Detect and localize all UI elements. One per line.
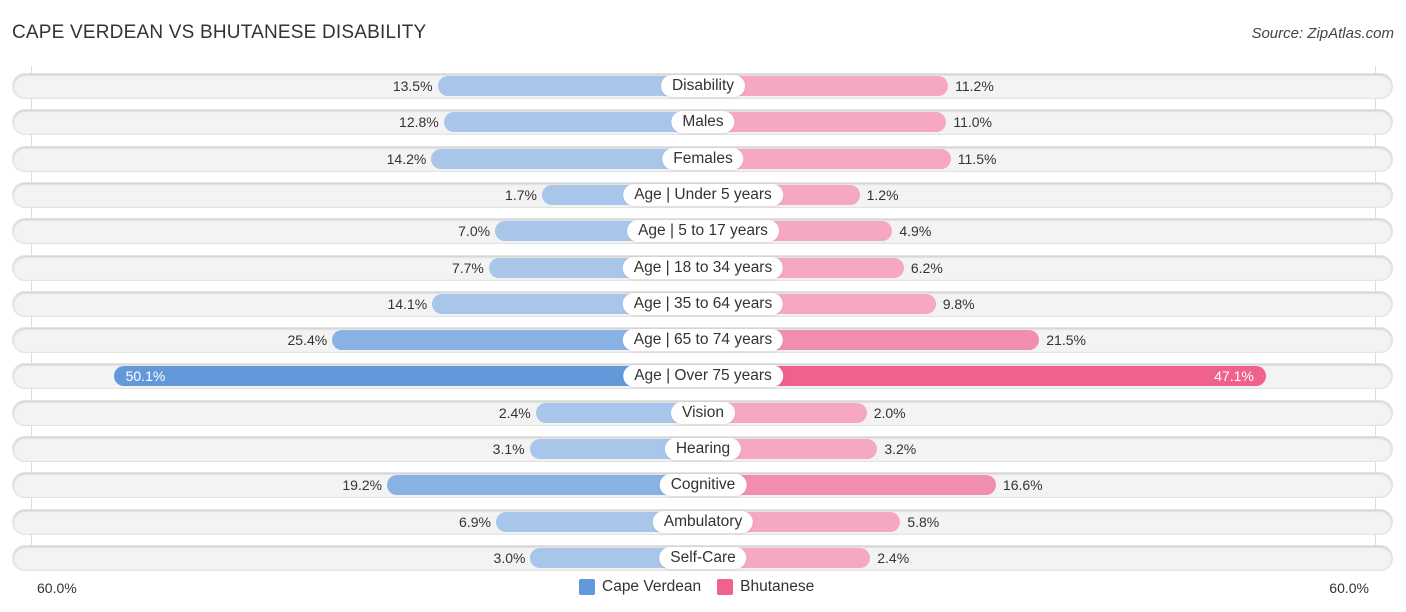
value-label-bhutanese: 2.4% <box>877 549 910 566</box>
bar-bhutanese[interactable] <box>703 366 1266 387</box>
legend-swatch-cape-verdean <box>579 579 595 595</box>
value-label-bhutanese: 47.1% <box>1214 368 1254 385</box>
category-label: Age | Under 5 years <box>623 183 783 206</box>
value-label-bhutanese: 1.2% <box>866 186 899 203</box>
value-label-cape-verdean: 7.0% <box>458 223 491 240</box>
value-label-cape-verdean: 7.7% <box>451 259 484 276</box>
value-label-bhutanese: 5.8% <box>907 513 940 530</box>
value-label-bhutanese: 6.2% <box>910 259 943 276</box>
value-label-bhutanese: 2.0% <box>873 404 906 421</box>
value-label-bhutanese: 21.5% <box>1046 332 1086 349</box>
value-label-bhutanese: 4.9% <box>899 223 932 240</box>
value-label-cape-verdean: 14.1% <box>387 295 428 312</box>
value-label-cape-verdean: 2.4% <box>498 404 531 421</box>
bar-cape-verdean[interactable] <box>443 112 703 133</box>
category-label: Hearing <box>664 438 742 460</box>
chart-area: 13.5% 11.2% Disability 12.8% 11.0% Males 14.2%… <box>0 0 1406 612</box>
value-label-bhutanese: 11.2% <box>955 78 994 94</box>
category-label: Age | 18 to 34 years <box>622 256 784 279</box>
value-label-cape-verdean: 3.1% <box>492 441 525 457</box>
value-label-cape-verdean: 25.4% <box>287 332 328 349</box>
legend-label-cape-verdean: Cape Verdean <box>602 578 702 595</box>
category-label: Cognitive <box>659 474 747 497</box>
legend: Cape Verdean Bhutanese <box>579 578 830 596</box>
category-label: Self-Care <box>659 546 747 569</box>
value-label-cape-verdean: 14.2% <box>386 150 427 167</box>
value-label-cape-verdean: 50.1% <box>125 368 166 385</box>
legend-swatch-bhutanese <box>717 579 734 595</box>
legend-item-cape-verdean[interactable]: Cape Verdean <box>579 578 701 596</box>
category-label: Disability <box>660 75 746 97</box>
bar-bhutanese[interactable] <box>703 475 996 496</box>
category-label: Age | 65 to 74 years <box>622 329 784 352</box>
value-label-bhutanese: 3.2% <box>884 441 917 457</box>
category-label: Ambulatory <box>652 510 754 533</box>
category-label: Age | Over 75 years <box>623 365 783 388</box>
category-label: Vision <box>671 401 735 424</box>
value-label-cape-verdean: 13.5% <box>392 78 433 94</box>
value-label-cape-verdean: 6.9% <box>459 513 491 530</box>
value-label-cape-verdean: 12.8% <box>399 114 439 131</box>
category-label: Males <box>671 111 735 134</box>
category-label: Females <box>662 147 744 170</box>
bar-bhutanese[interactable] <box>703 112 947 133</box>
value-label-bhutanese: 11.5% <box>957 150 997 167</box>
value-label-bhutanese: 9.8% <box>942 295 975 312</box>
value-label-cape-verdean: 19.2% <box>342 477 383 494</box>
bar-cape-verdean[interactable] <box>387 475 703 496</box>
axis-min-label: 60.0% <box>37 580 77 596</box>
bar-cape-verdean[interactable] <box>113 366 703 387</box>
legend-label-bhutanese: Bhutanese <box>740 578 815 595</box>
legend-item-bhutanese[interactable]: Bhutanese <box>717 578 814 596</box>
category-label: Age | 35 to 64 years <box>622 292 784 315</box>
value-label-cape-verdean: 3.0% <box>493 549 526 566</box>
value-label-cape-verdean: 1.7% <box>505 186 537 203</box>
axis-max-label: 60.0% <box>1329 580 1369 596</box>
category-label: Age | 5 to 17 years <box>627 220 779 243</box>
value-label-bhutanese: 16.6% <box>1002 477 1043 494</box>
value-label-bhutanese: 11.0% <box>953 114 993 131</box>
